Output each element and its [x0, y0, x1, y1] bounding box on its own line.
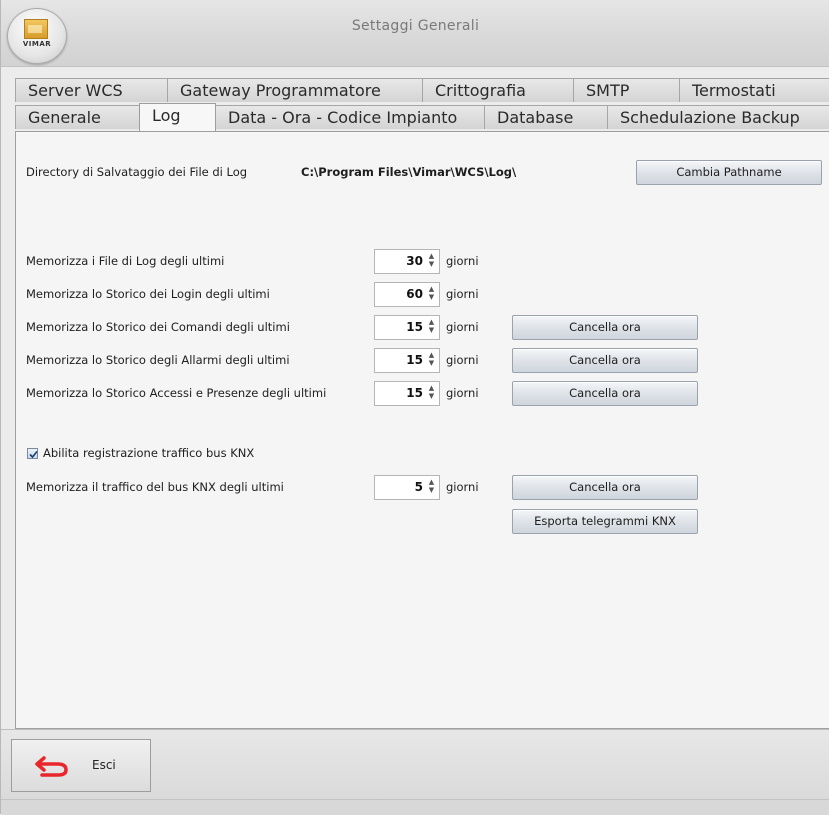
- tab-generale[interactable]: Generale: [15, 105, 140, 129]
- spinner-arrows-icon[interactable]: ▲ ▼: [427, 384, 436, 403]
- back-arrow-icon: [35, 756, 68, 777]
- tab-crittografia[interactable]: Crittografia: [422, 78, 574, 102]
- days-unit: giorni: [446, 254, 479, 268]
- knx-traffic-checkbox-label[interactable]: Abilita registrazione traffico bus KNX: [43, 446, 254, 460]
- spinner-value: 15: [406, 320, 423, 334]
- exit-button[interactable]: Esci: [11, 739, 151, 792]
- tab-schedulazione-backup[interactable]: Schedulazione Backup: [607, 105, 829, 129]
- commands-history-days-spinner[interactable]: 15 ▲ ▼: [374, 315, 440, 340]
- login-history-days-spinner[interactable]: 60 ▲ ▼: [374, 282, 440, 307]
- clear-commands-button[interactable]: Cancella ora: [512, 315, 698, 340]
- tab-row-2: Generale Log Data - Ora - Codice Impiant…: [15, 103, 829, 131]
- knx-traffic-label: Memorizza il traffico del bus KNX degli …: [26, 480, 284, 494]
- bottom-toolbar: Esci: [1, 729, 829, 800]
- commands-history-label: Memorizza lo Storico dei Comandi degli u…: [26, 320, 290, 334]
- logo-text: VIMAR: [22, 40, 52, 48]
- window-title: Settaggi Generali: [351, 18, 480, 34]
- clear-knx-button[interactable]: Cancella ora: [512, 475, 698, 500]
- log-files-days-spinner[interactable]: 30 ▲ ▼: [374, 249, 440, 274]
- spinner-arrows-icon[interactable]: ▲ ▼: [427, 318, 436, 337]
- log-files-label: Memorizza i File di Log degli ultimi: [26, 254, 225, 268]
- tab-row-1: Server WCS Gateway Programmatore Crittog…: [15, 78, 829, 102]
- vimar-logo-button[interactable]: VIMAR: [7, 8, 67, 64]
- spinner-value: 15: [406, 353, 423, 367]
- knx-traffic-days-spinner[interactable]: 5 ▲ ▼: [374, 475, 440, 500]
- tab-server-wcs[interactable]: Server WCS: [15, 78, 168, 102]
- tab-log[interactable]: Log: [139, 103, 216, 131]
- settings-window: VIMAR Settaggi Generali Server WCS Gatew…: [0, 0, 829, 815]
- tab-database[interactable]: Database: [484, 105, 608, 129]
- spinner-arrows-icon[interactable]: ▲ ▼: [427, 285, 436, 304]
- title-bar: VIMAR Settaggi Generali: [1, 0, 829, 67]
- access-history-label: Memorizza lo Storico Accessi e Presenze …: [26, 386, 327, 400]
- knx-traffic-checkbox[interactable]: [27, 448, 38, 459]
- days-unit: giorni: [446, 287, 479, 301]
- alarms-history-days-spinner[interactable]: 15 ▲ ▼: [374, 348, 440, 373]
- tab-gateway-programmatore[interactable]: Gateway Programmatore: [167, 78, 423, 102]
- alarms-history-label: Memorizza lo Storico degli Allarmi degli…: [26, 353, 290, 367]
- login-history-label: Memorizza lo Storico dei Login degli ult…: [26, 287, 270, 301]
- days-unit: giorni: [446, 480, 479, 494]
- days-unit: giorni: [446, 386, 479, 400]
- spinner-value: 30: [406, 254, 423, 268]
- spinner-value: 60: [406, 287, 423, 301]
- days-unit: giorni: [446, 353, 479, 367]
- tab-smtp[interactable]: SMTP: [573, 78, 680, 102]
- access-history-days-spinner[interactable]: 15 ▲ ▼: [374, 381, 440, 406]
- log-directory-label: Directory di Salvataggio dei File di Log: [26, 165, 248, 179]
- status-bar: [1, 799, 829, 815]
- tab-termostati[interactable]: Termostati: [679, 78, 829, 102]
- spinner-arrows-icon[interactable]: ▲ ▼: [427, 252, 436, 271]
- log-settings-panel: Directory di Salvataggio dei File di Log…: [15, 131, 829, 729]
- days-unit: giorni: [446, 320, 479, 334]
- change-pathname-button[interactable]: Cambia Pathname: [636, 160, 822, 185]
- export-knx-telegrams-button[interactable]: Esporta telegrammi KNX: [512, 509, 698, 534]
- log-directory-path: C:\Program Files\Vimar\WCS\Log\: [301, 165, 517, 179]
- checkmark-icon: [29, 450, 38, 459]
- clear-access-button[interactable]: Cancella ora: [512, 381, 698, 406]
- spinner-value: 5: [414, 480, 423, 494]
- exit-label: Esci: [92, 758, 116, 772]
- spinner-arrows-icon[interactable]: ▲ ▼: [427, 351, 436, 370]
- tab-data-ora-codice[interactable]: Data - Ora - Codice Impianto: [215, 105, 485, 129]
- spinner-value: 15: [406, 386, 423, 400]
- spinner-arrows-icon[interactable]: ▲ ▼: [427, 478, 436, 497]
- clear-alarms-button[interactable]: Cancella ora: [512, 348, 698, 373]
